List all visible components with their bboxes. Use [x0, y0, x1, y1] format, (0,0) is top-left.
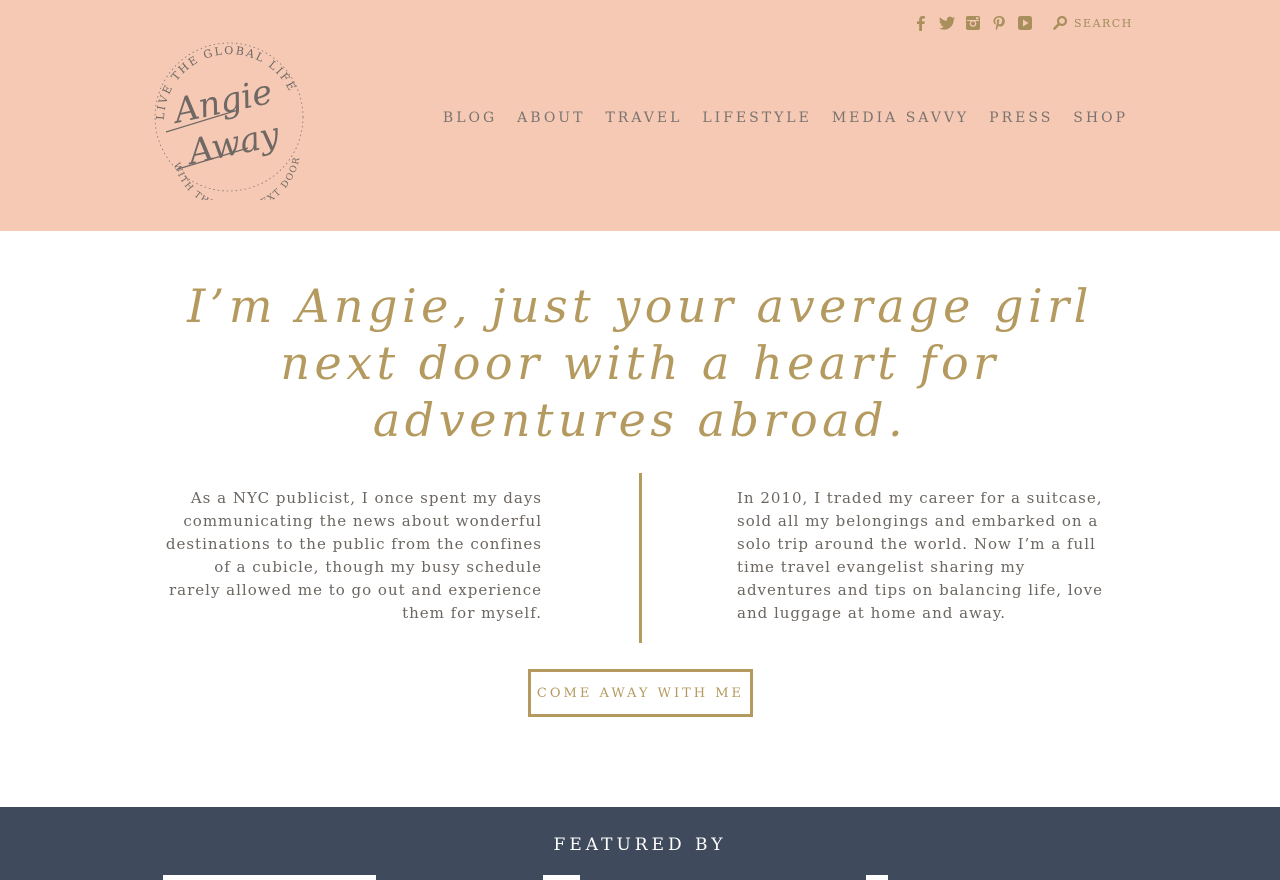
main-nav: BLOG ABOUT TRAVEL LIFESTYLE MEDIA SAVVY … — [443, 108, 1128, 128]
right-line: In 2010, I traded my career for a suitca… — [737, 489, 1103, 507]
featured-heading: FEATURED BY — [553, 835, 727, 855]
youtube-icon[interactable] — [1016, 14, 1034, 32]
left-line: them for myself. — [402, 604, 542, 622]
left-line: As a NYC publicist, I once spent my days — [190, 489, 542, 507]
featured-by-section: FEATURED BY — [0, 807, 1280, 880]
intro-headline: I’m Angie, just your average girl next d… — [150, 278, 1130, 449]
facebook-icon[interactable] — [912, 14, 930, 32]
left-line: communicating the news about wonderful — [183, 512, 542, 530]
left-line: rarely allowed me to go out and experien… — [168, 581, 542, 599]
twitter-icon[interactable] — [938, 14, 956, 32]
logo-badge: LIVE THE GLOBAL LIFE WITH THE GIRL NEXT … — [154, 42, 304, 200]
site-logo[interactable]: LIVE THE GLOBAL LIFE WITH THE GIRL NEXT … — [148, 34, 310, 200]
column-divider — [639, 473, 642, 643]
headline-line-3: adventures abroad. — [372, 393, 908, 447]
headline-line-2: next door with a heart for — [280, 336, 1000, 390]
search-input[interactable] — [1074, 16, 1132, 30]
press-logo-center — [543, 875, 580, 880]
social-links — [912, 14, 1034, 32]
nav-item-shop[interactable]: SHOP — [1073, 110, 1128, 126]
right-line: solo trip around the world. Now I’m a fu… — [737, 535, 1096, 553]
right-line: adventures and tips on balancing life, l… — [737, 581, 1103, 599]
nav-item-press[interactable]: PRESS — [989, 110, 1053, 126]
nav-item-about[interactable]: ABOUT — [517, 110, 585, 126]
instagram-icon[interactable] — [964, 14, 982, 32]
left-line: destinations to the public from the conf… — [165, 535, 542, 553]
search-box[interactable] — [1052, 13, 1132, 33]
intro-right-paragraph: In 2010, I traded my career for a suitca… — [737, 487, 1127, 625]
press-logo-jacksonville — [163, 875, 376, 880]
left-line: of a cubicle, though my busy schedule — [214, 558, 542, 576]
nav-item-media-savvy[interactable]: MEDIA SAVVY — [832, 110, 969, 126]
nav-item-travel[interactable]: TRAVEL — [605, 110, 682, 126]
come-away-button[interactable]: COME AWAY WITH ME — [528, 669, 753, 717]
press-logo-right — [866, 875, 888, 880]
headline-line-1: I’m Angie, just your average girl — [187, 279, 1093, 333]
right-line: sold all my belongings and embarked on a — [737, 512, 1099, 530]
intro-left-paragraph: As a NYC publicist, I once spent my days… — [162, 487, 542, 625]
right-line: time travel evangelist sharing my — [737, 558, 1026, 576]
search-icon[interactable] — [1052, 15, 1068, 31]
nav-item-blog[interactable]: BLOG — [443, 110, 497, 126]
nav-item-lifestyle[interactable]: LIFESTYLE — [702, 110, 811, 126]
pinterest-icon[interactable] — [990, 14, 1008, 32]
site-header: LIVE THE GLOBAL LIFE WITH THE GIRL NEXT … — [0, 0, 1280, 231]
right-line: and luggage at home and away. — [737, 604, 1007, 622]
